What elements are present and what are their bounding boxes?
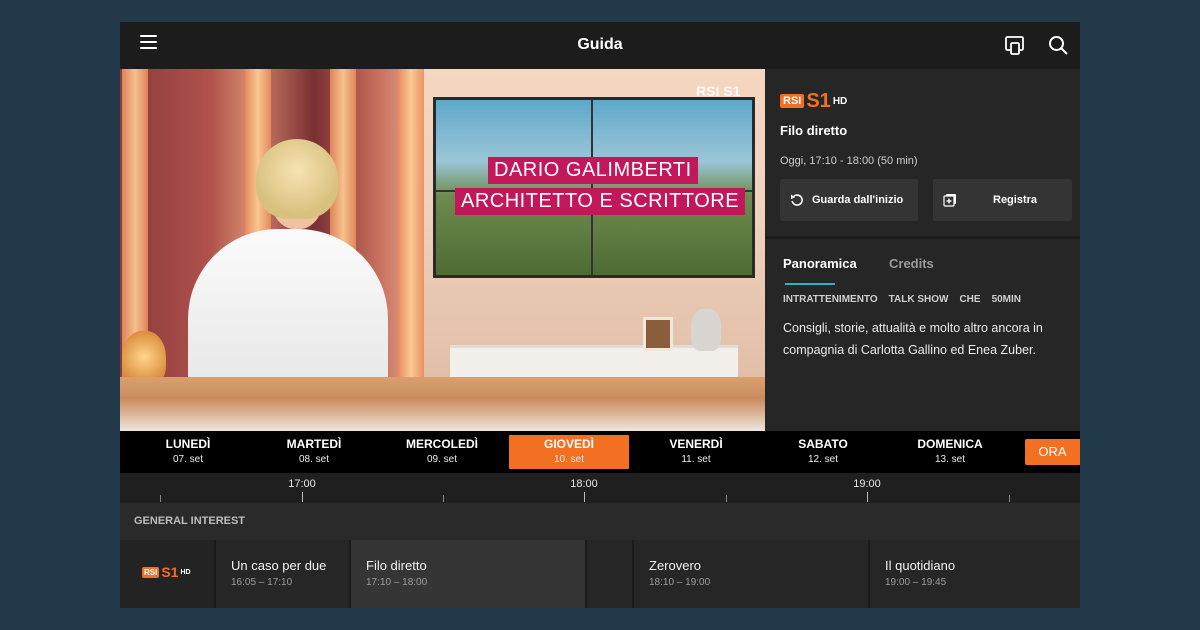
channel-logo: RSI S1 HD <box>142 565 191 579</box>
photo-frame <box>643 317 673 351</box>
program-cell-title: Zerovero <box>649 558 702 573</box>
day-sunday[interactable]: DOMENICA 13. set <box>890 435 1010 469</box>
program-cell-current[interactable]: Filo diretto 17:10 – 18:00 <box>350 540 585 608</box>
day-date: 09. set <box>426 454 458 465</box>
record-label: Registra <box>993 194 1038 206</box>
time-label: 17:00 <box>288 478 316 490</box>
vase <box>691 309 721 351</box>
day-tuesday[interactable]: MARTEDÌ 08. set <box>254 435 374 469</box>
channel-logo-rsi: RSI <box>780 94 805 108</box>
day-name: SABATO <box>798 437 848 451</box>
tag: CHE <box>959 294 981 305</box>
time-label: 19:00 <box>853 478 881 490</box>
program-cell-time: 16:05 – 17:10 <box>231 577 293 588</box>
tick <box>867 492 868 502</box>
channel-logo-hd: HD <box>832 95 848 107</box>
program-cell-title: Un caso per due <box>231 558 327 573</box>
tab-overview[interactable]: Panoramica <box>783 256 857 271</box>
day-date: 13. set <box>934 454 966 465</box>
day-name: MARTEDÌ <box>286 437 342 451</box>
restart-icon <box>791 194 803 206</box>
tag: 50MIN <box>991 294 1022 305</box>
program-cell[interactable]: Un caso per due 16:05 – 17:10 <box>215 540 349 608</box>
channel-logo-hd: HD <box>180 568 191 576</box>
page-title: Guida <box>577 36 623 53</box>
day-date: 08. set <box>298 454 330 465</box>
record-button[interactable]: Registra <box>933 179 1072 221</box>
day-saturday[interactable]: SABATO 12. set <box>763 435 883 469</box>
channel-logo: RSI S1 HD <box>780 91 847 111</box>
day-wednesday[interactable]: MERCOLEDÌ 09. set <box>382 435 502 469</box>
program-cell-time: 18:10 – 19:00 <box>649 577 711 588</box>
timeline-ruler[interactable]: 17:00 18:00 19:00 <box>120 473 1080 503</box>
search-icon[interactable] <box>1048 35 1068 55</box>
tick <box>443 495 444 502</box>
day-selector: LUNEDÌ 07. set MARTEDÌ 08. set MERCOLEDÌ… <box>120 431 1080 473</box>
record-add-icon <box>943 194 956 207</box>
watch-from-start-button[interactable]: Guarda dall'inizio <box>780 179 918 221</box>
caption-role: ARCHITETTO E SCRITTORE <box>455 188 746 215</box>
program-cell[interactable]: Il quotidiano 19:00 – 19:45 <box>869 540 1080 608</box>
program-time: Oggi, 17:10 - 18:00 (50 min) <box>780 155 918 167</box>
channel-watermark: RSI S1 <box>696 83 741 99</box>
time-label: 18:00 <box>570 478 598 490</box>
top-bar: Guida <box>120 22 1080 69</box>
tag: INTRATTENIMENTO <box>783 294 878 305</box>
program-description: Consigli, storie, attualità e molto altr… <box>783 321 1043 357</box>
tag: TALK SHOW <box>888 294 949 305</box>
program-cell[interactable]: Zerovero 18:10 – 19:00 <box>633 540 868 608</box>
studio-desk <box>120 377 765 431</box>
program-cell-gap[interactable] <box>586 540 632 608</box>
panel-divider <box>765 236 1080 239</box>
day-date: 10. set <box>553 454 585 465</box>
day-name: GIOVEDÌ <box>543 437 594 451</box>
tick <box>160 495 161 502</box>
now-button[interactable]: ORA <box>1025 439 1080 465</box>
cast-device-icon[interactable] <box>1004 34 1026 56</box>
day-friday[interactable]: VENERDÌ 11. set <box>636 435 756 469</box>
program-cell-time: 19:00 – 19:45 <box>885 577 947 588</box>
video-player[interactable]: DARIO GALIMBERTI ARCHITETTO E SCRITTORE … <box>120 69 765 431</box>
program-tags: INTRATTENIMENTO TALK SHOW CHE 50MIN <box>783 294 1021 305</box>
day-name: VENERDÌ <box>669 437 723 451</box>
tick <box>302 492 303 502</box>
channel-logo-rsi: RSI <box>142 566 160 578</box>
tick <box>584 492 585 502</box>
channel-row: RSI S1 HD Un caso per due 16:05 – 17:10 … <box>120 540 1080 608</box>
day-monday[interactable]: LUNEDÌ 07. set <box>128 435 248 469</box>
category-header: GENERAL INTEREST <box>120 503 1080 540</box>
tick <box>1009 495 1010 502</box>
day-name: DOMENICA <box>917 437 983 451</box>
day-date: 07. set <box>172 454 204 465</box>
tab-credits[interactable]: Credits <box>889 256 934 271</box>
presenter-body <box>188 229 388 399</box>
program-cell-title: Filo diretto <box>366 558 427 573</box>
program-cell-title: Il quotidiano <box>885 558 956 573</box>
tv-guide-app: Guida DARIO GALIMBERTI ARCHITETTO E SCRI… <box>120 22 1080 608</box>
program-detail-panel: RSI S1 HD Filo diretto Oggi, 17:10 - 18:… <box>765 69 1080 431</box>
day-thursday[interactable]: GIOVEDÌ 10. set <box>509 435 629 469</box>
channel-cell[interactable]: RSI S1 HD <box>120 540 214 608</box>
day-date: 12. set <box>807 454 839 465</box>
day-date: 11. set <box>681 454 711 465</box>
tick <box>726 495 727 502</box>
channel-logo-s1: S1 <box>161 564 179 580</box>
watch-from-start-label: Guarda dall'inizio <box>812 194 904 206</box>
caption-name: DARIO GALIMBERTI <box>488 157 698 184</box>
day-name: MERCOLEDÌ <box>406 437 478 451</box>
presenter-hair <box>256 139 338 219</box>
channel-logo-s1: S1 <box>806 90 831 112</box>
day-name: LUNEDÌ <box>165 437 211 451</box>
active-tab-indicator <box>785 283 835 285</box>
program-title: Filo diretto <box>780 123 848 138</box>
program-cell-time: 17:10 – 18:00 <box>366 577 428 588</box>
